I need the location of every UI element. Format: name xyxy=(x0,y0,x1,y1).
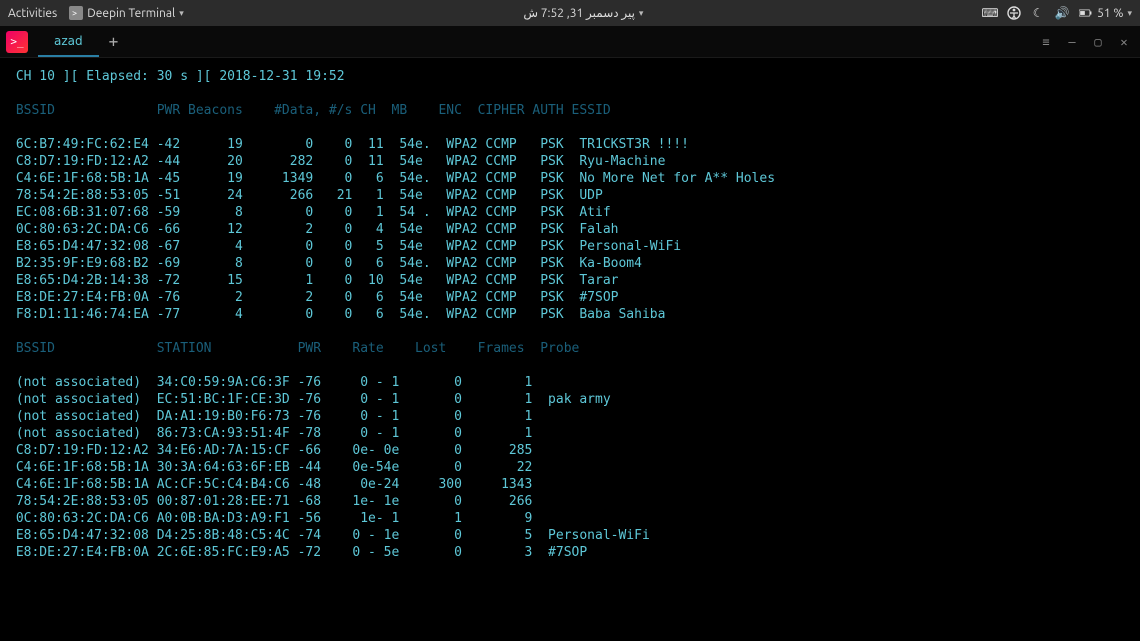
app-menu[interactable]: > Deepin Terminal ▾ xyxy=(69,6,184,20)
accessibility-icon[interactable] xyxy=(1007,6,1021,20)
terminal-app-icon: > xyxy=(69,6,83,20)
volume-icon[interactable]: 🔊 xyxy=(1055,6,1069,20)
minimize-button[interactable]: — xyxy=(1064,35,1080,49)
close-button[interactable]: ✕ xyxy=(1116,35,1132,49)
svg-text:>: > xyxy=(72,8,77,18)
gnome-topbar: Activities > Deepin Terminal ▾ پیر دسمبر… xyxy=(0,0,1140,26)
app-menu-label: Deepin Terminal xyxy=(87,7,175,20)
maximize-button[interactable]: ▢ xyxy=(1090,35,1106,49)
deepin-terminal-icon: >_ xyxy=(6,31,28,53)
clock-menu[interactable]: پیر دسمبر 31, 7:52 ش ▾ xyxy=(523,6,643,20)
terminal-tabbar: >_ azad + ≡ — ▢ ✕ xyxy=(0,26,1140,58)
tab-label: azad xyxy=(54,34,83,48)
keyboard-layout-icon[interactable]: ⌨ xyxy=(983,6,997,20)
activities-button[interactable]: Activities xyxy=(8,7,57,20)
chevron-down-icon: ▾ xyxy=(1127,8,1132,19)
new-tab-button[interactable]: + xyxy=(99,32,129,51)
menu-button[interactable]: ≡ xyxy=(1038,35,1054,49)
terminal-tab[interactable]: azad xyxy=(38,27,99,57)
chevron-down-icon: ▾ xyxy=(179,8,184,19)
terminal-output[interactable]: CH 10 ][ Elapsed: 30 s ][ 2018-12-31 19:… xyxy=(0,58,1140,571)
chevron-down-icon: ▾ xyxy=(639,8,644,19)
battery-icon xyxy=(1079,6,1093,20)
battery-status[interactable]: 51 % ▾ xyxy=(1079,6,1132,20)
activities-label: Activities xyxy=(8,7,57,20)
battery-text: 51 % xyxy=(1097,7,1123,20)
clock-text: پیر دسمبر 31, 7:52 ش xyxy=(523,6,635,20)
night-mode-icon[interactable]: ☾ xyxy=(1031,6,1045,20)
